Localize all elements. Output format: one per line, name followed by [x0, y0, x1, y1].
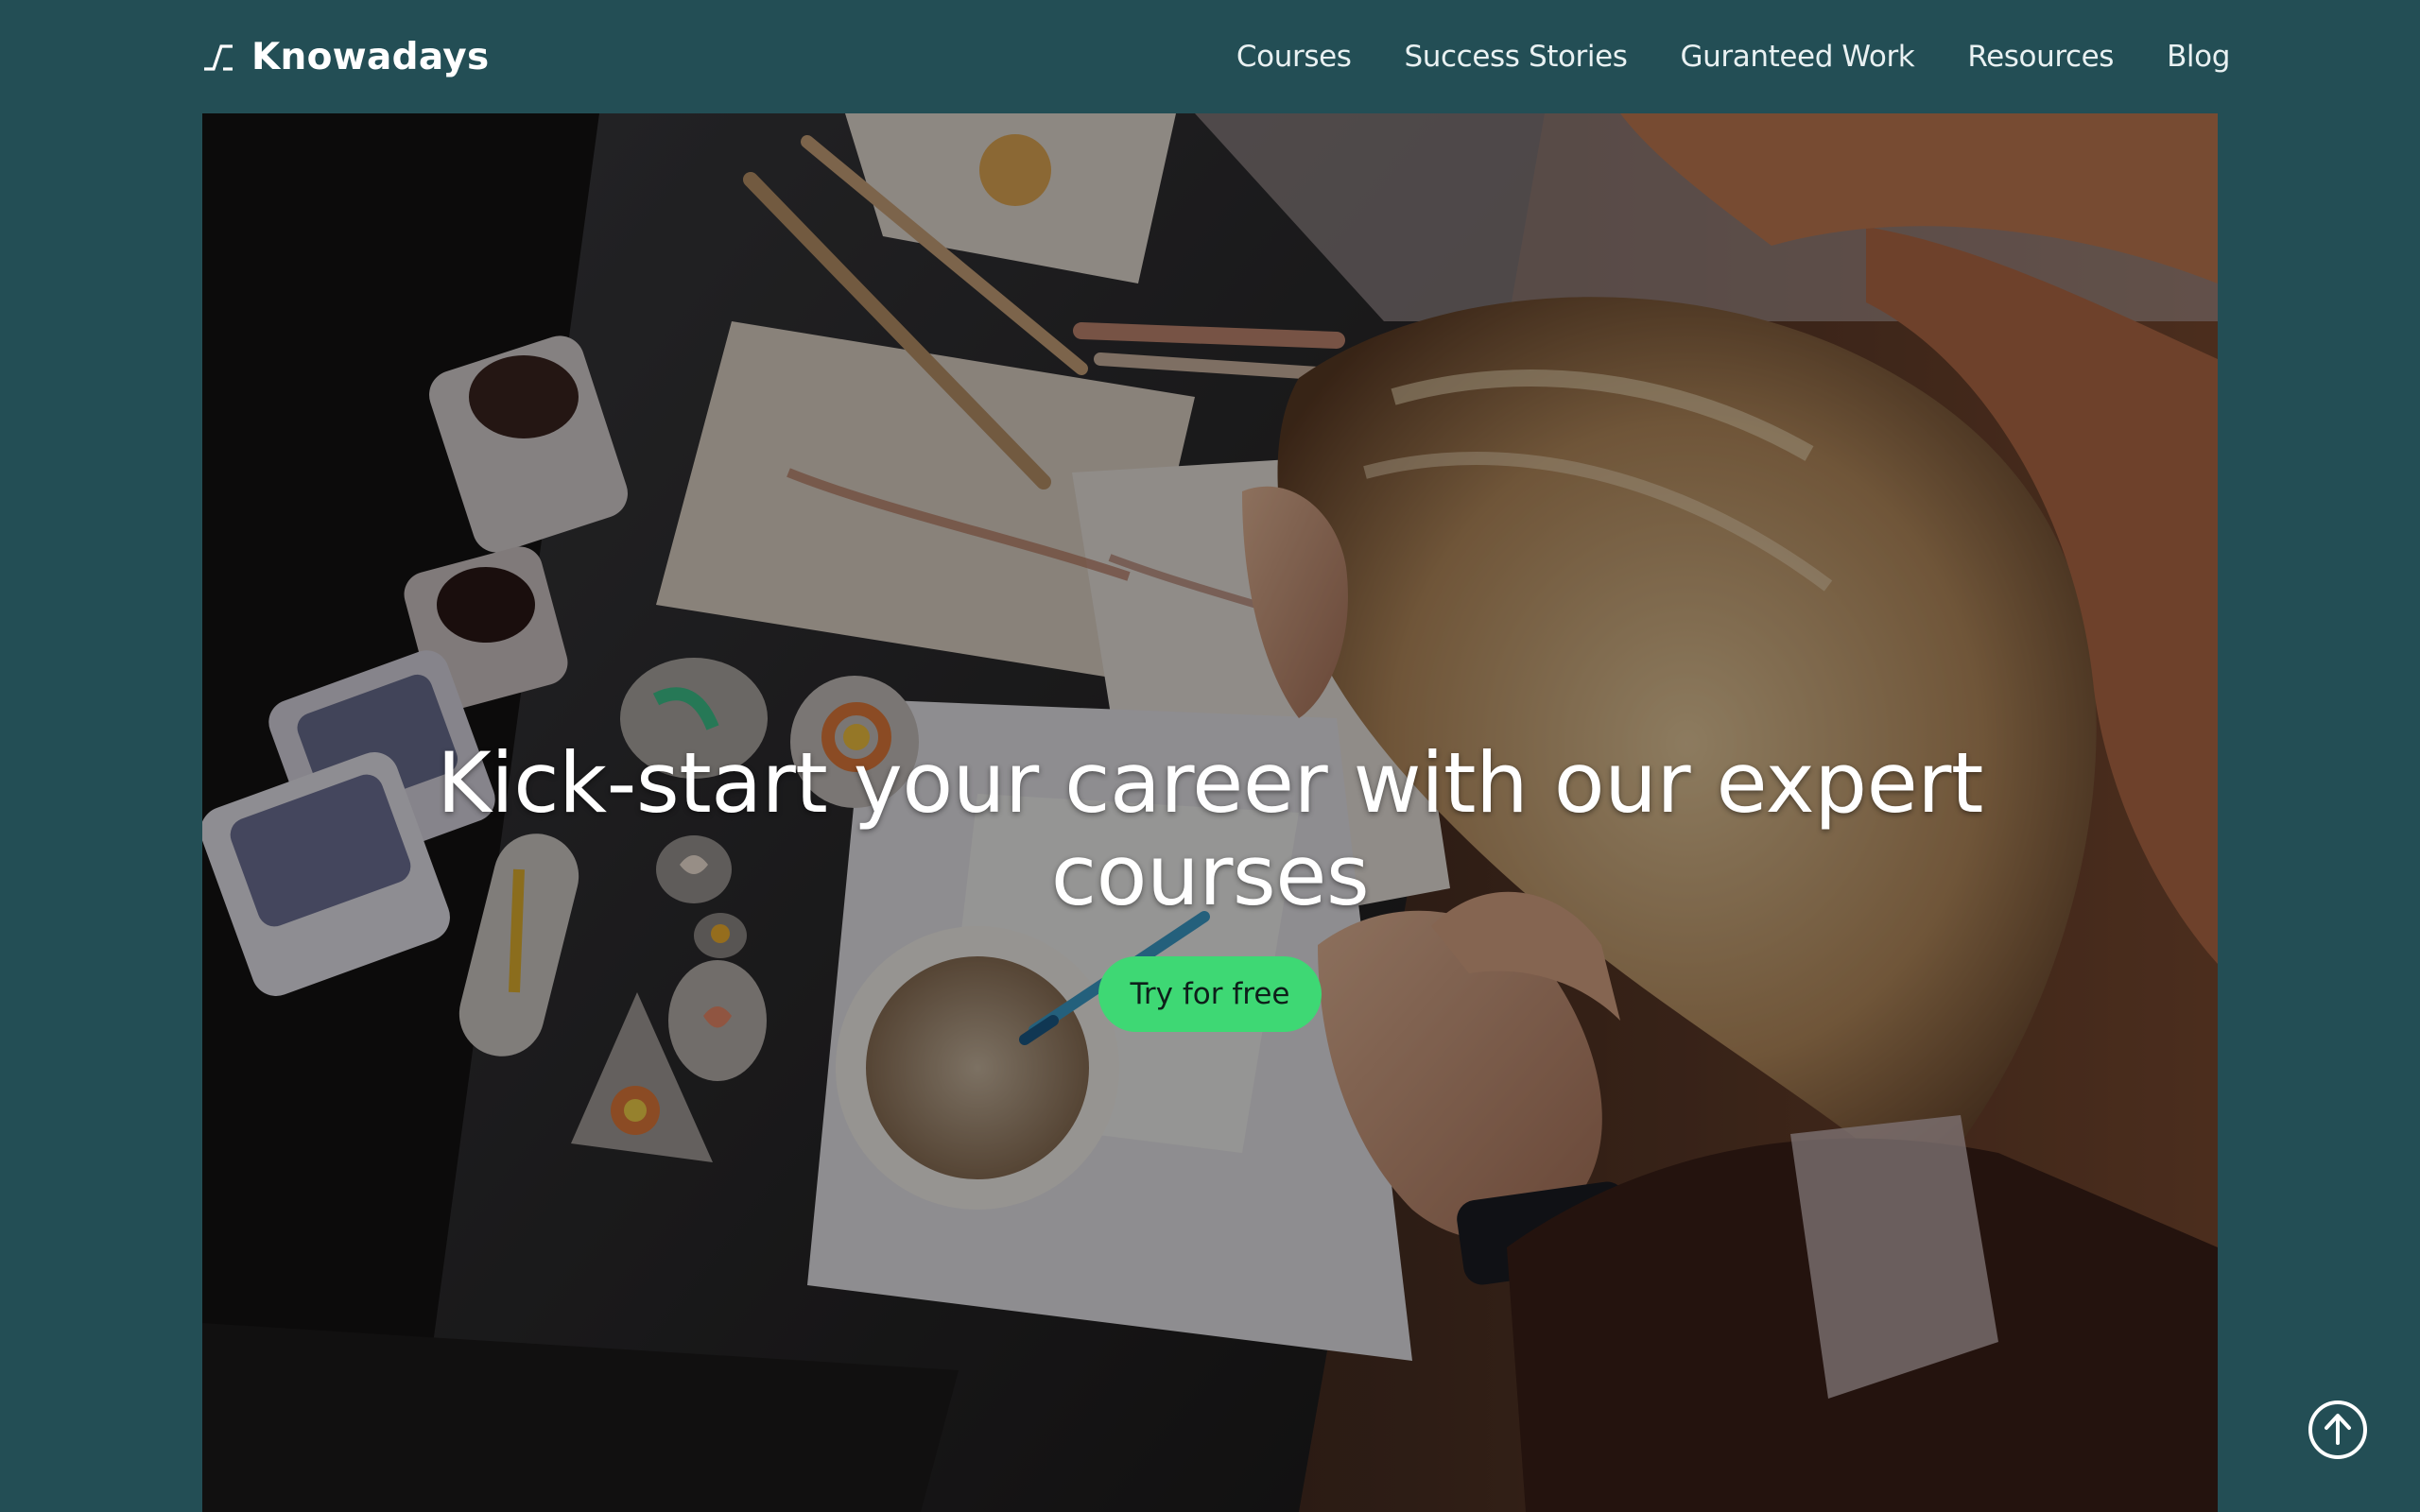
- scroll-to-top-button[interactable]: [2308, 1400, 2367, 1459]
- brand-name: Knowadays: [251, 35, 490, 78]
- main-nav: Courses Success Stories Guranteed Work R…: [1236, 40, 2230, 74]
- hero-section: Kick-start your career with our expert c…: [202, 113, 2218, 1512]
- top-navbar: Knowadays Courses Success Stories Gurant…: [0, 0, 2420, 113]
- nav-link-blog[interactable]: Blog: [2167, 40, 2230, 74]
- step-line-icon: [202, 41, 234, 73]
- hero-title: Kick-start your career with our expert c…: [437, 734, 1983, 924]
- brand-logo-link[interactable]: Knowadays: [202, 36, 490, 78]
- nav-link-success-stories[interactable]: Success Stories: [1405, 40, 1628, 74]
- try-for-free-button[interactable]: Try for free: [1098, 956, 1322, 1032]
- page: Knowadays Courses Success Stories Gurant…: [0, 0, 2420, 1512]
- nav-link-guaranteed-work[interactable]: Guranteed Work: [1681, 40, 1915, 74]
- nav-link-resources[interactable]: Resources: [1967, 40, 2114, 74]
- hero-content: Kick-start your career with our expert c…: [202, 737, 2218, 1032]
- nav-link-courses[interactable]: Courses: [1236, 40, 1352, 74]
- arrow-up-circle-icon: [2322, 1411, 2354, 1450]
